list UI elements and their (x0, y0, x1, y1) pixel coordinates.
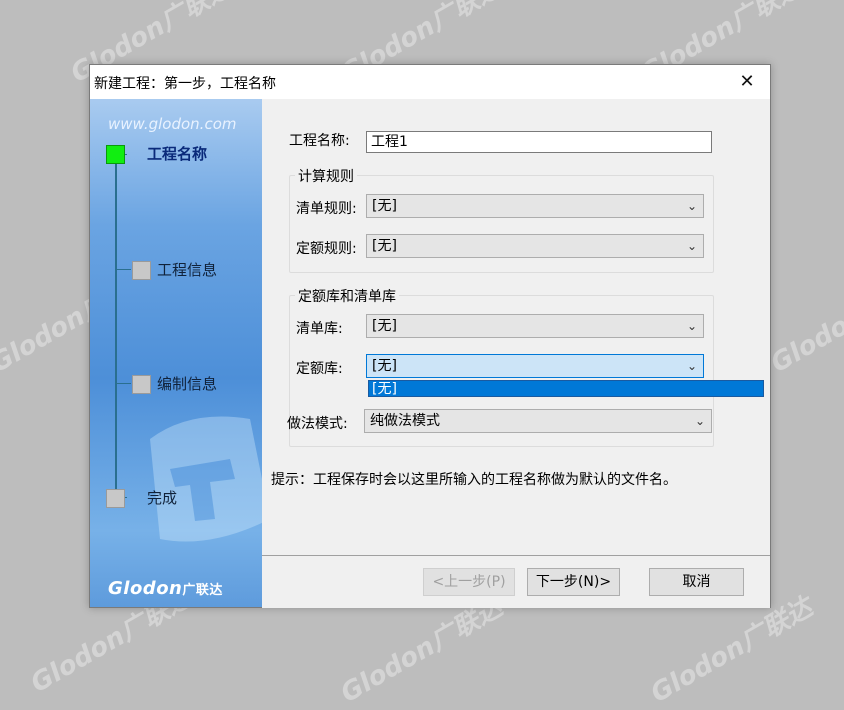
glodon-emblem-icon (150, 416, 262, 542)
library-group-title: 定额库和清单库 (295, 286, 399, 306)
next-button[interactable]: 下一步(N)> (527, 568, 620, 596)
step-label-project-name: 工程名称 (147, 145, 208, 163)
quota-rule-select[interactable]: [无] ⌄ (366, 234, 704, 258)
step-connector (115, 269, 131, 270)
step-indicator-compile-info (132, 375, 151, 394)
chevron-down-icon: ⌄ (686, 359, 697, 373)
wizard-sidebar: www.glodon.com 工程名称 工程信息 编制信息 完成 Glodon广… (90, 99, 262, 607)
project-name-input[interactable]: 工程1 (366, 131, 712, 153)
new-project-dialog: 新建工程：第一步，工程名称 ✕ www.glodon.com 工程名称 工程信息… (89, 64, 771, 608)
bill-rule-label: 清单规则: (296, 201, 357, 217)
project-name-label: 工程名称: (289, 133, 350, 149)
hint-text: 提示：工程保存时会以这里所输入的工程名称做为默认的文件名。 (271, 472, 677, 488)
step-indicator-project-info (132, 261, 151, 280)
step-indicator-finish (106, 489, 125, 508)
quota-rule-label: 定额规则: (296, 241, 357, 257)
step-label-compile-info: 编制信息 (157, 375, 218, 393)
quota-lib-select[interactable]: [无] ⌄ (366, 354, 704, 378)
title-bar: 新建工程：第一步，工程名称 ✕ (90, 65, 770, 99)
prev-button[interactable]: <上一步(P) (423, 568, 515, 596)
chevron-down-icon: ⌄ (686, 199, 697, 213)
glodon-logo: Glodon广联达 (108, 578, 223, 599)
method-select[interactable]: 纯做法模式 ⌄ (364, 409, 712, 433)
calc-rules-group-title: 计算规则 (295, 166, 357, 186)
website-url: www.glodon.com (108, 115, 237, 133)
chevron-down-icon: ⌄ (686, 319, 697, 333)
bill-lib-label: 清单库: (296, 321, 343, 337)
bill-lib-select[interactable]: [无] ⌄ (366, 314, 704, 338)
dialog-title: 新建工程：第一步，工程名称 (94, 76, 276, 92)
calc-rules-group (289, 175, 714, 273)
step-label-finish: 完成 (147, 489, 178, 507)
step-connector (115, 383, 131, 384)
button-bar: <上一步(P) 下一步(N)> 取消 (262, 555, 770, 608)
form-panel: 工程名称: 工程1 计算规则 清单规则: [无] ⌄ 定额规则: [无] ⌄ 定额库… (262, 99, 770, 555)
bill-rule-select[interactable]: [无] ⌄ (366, 194, 704, 218)
chevron-down-icon: ⌄ (694, 414, 705, 428)
close-icon[interactable]: ✕ (734, 69, 760, 95)
quota-lib-dropdown-option[interactable]: [无] (368, 380, 764, 397)
step-label-project-info: 工程信息 (157, 261, 218, 279)
quota-lib-label: 定额库: (296, 361, 343, 377)
chevron-down-icon: ⌄ (686, 239, 697, 253)
step-connector (115, 154, 117, 489)
step-indicator-project-name (106, 145, 125, 164)
cancel-button[interactable]: 取消 (649, 568, 744, 596)
method-label: 做法模式: (287, 416, 348, 432)
